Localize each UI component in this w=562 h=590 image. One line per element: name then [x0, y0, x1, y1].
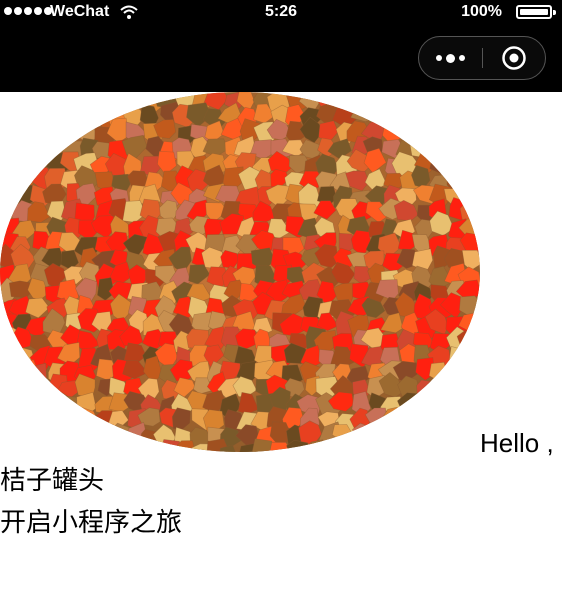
- navigation-bar: [0, 24, 562, 92]
- menu-capsule: [418, 36, 546, 80]
- user-avatar: [0, 92, 480, 452]
- close-miniprogram-button[interactable]: [482, 37, 545, 79]
- greeting-hello: Hello ,: [480, 428, 554, 458]
- battery-percent: 100%: [461, 3, 502, 20]
- status-bar: WeChat 5:26 100%: [0, 0, 562, 24]
- target-circle-icon: [501, 46, 526, 70]
- more-dots-icon: [446, 53, 455, 63]
- welcome-text: 开启小程序之旅: [0, 508, 183, 538]
- battery-icon: [516, 5, 556, 19]
- user-nickname: 桔子罐头: [0, 466, 105, 496]
- more-button[interactable]: [419, 37, 482, 79]
- page-content: Hello , 桔子罐头 开启小程序之旅: [0, 92, 562, 590]
